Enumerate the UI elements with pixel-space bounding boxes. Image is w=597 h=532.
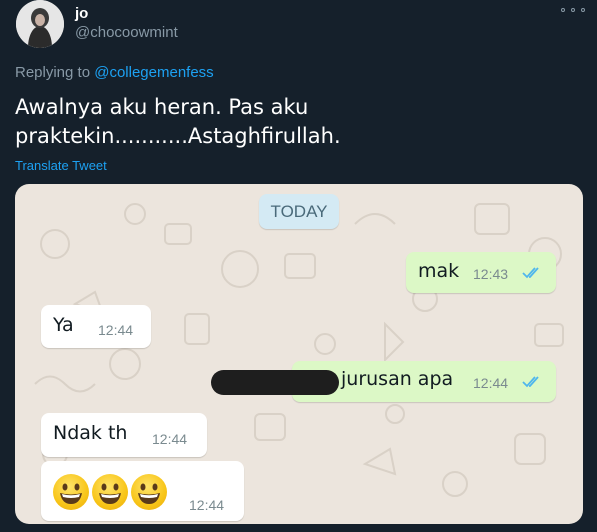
message-text: mak <box>418 260 460 282</box>
read-receipt-icon <box>522 267 539 279</box>
message-text: Ndak th <box>53 422 128 444</box>
tweet-text-line: praktekin...........Astaghfirullah. <box>15 124 341 148</box>
date-chip: TODAY <box>259 194 339 229</box>
message-bubble-outgoing: mak 12:43 <box>406 252 556 293</box>
display-name[interactable]: jo <box>75 5 88 22</box>
redaction-mark <box>211 370 339 395</box>
message-time: 12:44 <box>473 375 509 391</box>
replying-prefix: Replying to <box>15 64 91 81</box>
message-time: 12:44 <box>152 431 188 447</box>
replying-to: Replying to @collegemenfess <box>15 64 214 81</box>
avatar[interactable] <box>16 0 64 48</box>
tweet-image[interactable]: TODAY mak 12:43 Ya 12:44 jurusan apa 12:… <box>15 184 583 524</box>
grinning-face-emoji-icon <box>53 474 89 510</box>
message-time: 12:44 <box>189 497 225 513</box>
translate-tweet-link[interactable]: Translate Tweet <box>15 158 107 173</box>
message-text: Ya <box>53 314 74 336</box>
message-bubble-incoming: Ya 12:44 <box>41 305 151 348</box>
tweet-text-line: Awalnya aku heran. Pas aku <box>15 95 309 119</box>
read-receipt-icon <box>522 376 539 388</box>
mention-link[interactable]: @collegemenfess <box>94 64 213 81</box>
message-time: 12:43 <box>473 266 509 282</box>
grinning-face-emoji-icon <box>92 474 128 510</box>
more-options-icon[interactable] <box>561 2 585 18</box>
grinning-face-emoji-icon <box>131 474 167 510</box>
message-bubble-incoming: Ndak th 12:44 <box>41 413 207 457</box>
user-handle[interactable]: @chocoowmint <box>75 24 178 41</box>
message-bubble-incoming: 12:44 <box>41 461 244 521</box>
tweet-text: Awalnya aku heran. Pas aku praktekin....… <box>15 93 575 151</box>
message-time: 12:44 <box>98 322 134 338</box>
message-text: jurusan apa <box>341 368 454 390</box>
